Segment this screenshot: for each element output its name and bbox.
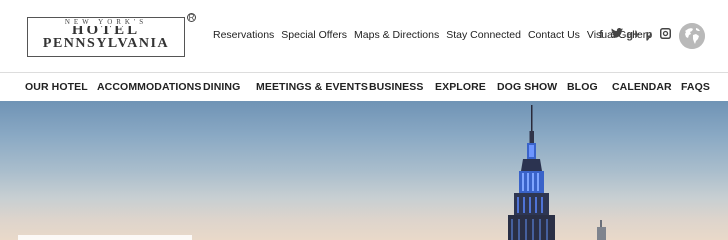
globe-icon[interactable] [679,23,705,49]
pinterest-icon[interactable]: p [641,28,657,42]
utility-nav: Reservations Special Offers Maps & Direc… [213,29,659,41]
nav-dog-show[interactable]: DOG SHOW [497,81,557,93]
util-link-special-offers[interactable]: Special Offers [281,29,347,41]
logo-tagline: NEW YORK'S [61,18,151,26]
nav-accommodations[interactable]: ACCOMMODATIONS [97,81,201,93]
google-plus-icon[interactable]: g+ [625,28,641,42]
nav-blog[interactable]: BLOG [567,81,598,93]
main-nav: OUR HOTEL ACCOMMODATIONS DINING MEETINGS… [0,72,728,101]
nav-faqs[interactable]: FAQS [681,81,710,93]
util-link-reservations[interactable]: Reservations [213,29,274,41]
nav-our-hotel[interactable]: OUR HOTEL [25,81,88,93]
empire-state-building-image [508,105,606,240]
instagram-icon[interactable] [657,28,673,42]
util-link-contact-us[interactable]: Contact Us [528,29,580,41]
nav-dining[interactable]: DINING [203,81,240,93]
site-header: NEW YORK'S HOTEL PENNSYLVANIA R Reservat… [0,0,728,72]
util-link-maps-directions[interactable]: Maps & Directions [354,29,439,41]
nav-explore[interactable]: EXPLORE [435,81,486,93]
hero-overlay-panel [18,235,192,240]
twitter-icon[interactable] [609,28,625,42]
registered-mark: R [187,13,196,22]
nav-meetings-events[interactable]: MEETINGS & EVENTS [256,81,368,93]
hero-banner [0,101,728,240]
nav-business[interactable]: BUSINESS [369,81,423,93]
nav-calendar[interactable]: CALENDAR [612,81,672,93]
logo-line-pennsylvania: PENNSYLVANIA [42,36,170,51]
facebook-icon[interactable]: f [593,28,609,42]
social-links: f g+ p [593,28,673,42]
hotel-logo[interactable]: NEW YORK'S HOTEL PENNSYLVANIA [27,17,185,57]
util-link-stay-connected[interactable]: Stay Connected [446,29,521,41]
